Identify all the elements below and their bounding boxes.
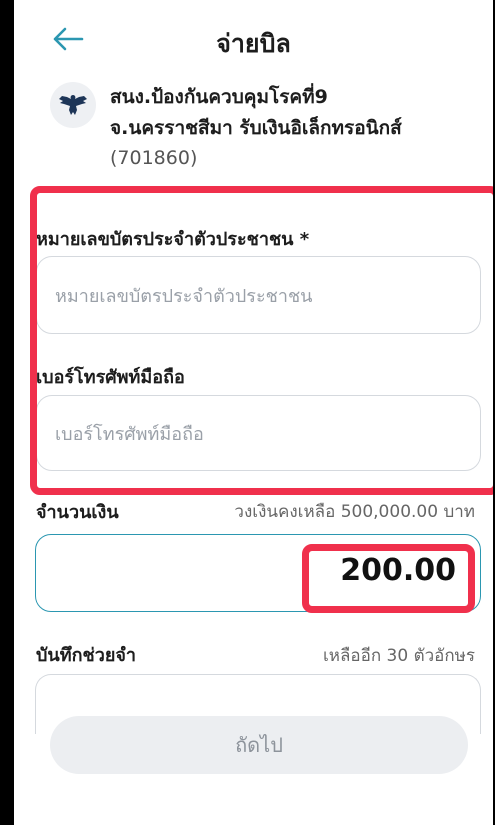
phone-label: เบอร์โทรศัพท์มือถือ (36, 367, 185, 388)
id-card-input[interactable]: หมายเลขบัตรประจำตัวประชาชน (36, 256, 481, 334)
amount-value: 200.00 (340, 553, 456, 588)
amount-input[interactable]: 200.00 (35, 534, 481, 612)
bill-payment-screen: จ่ายบิล สนง.ป้องกันควบคุมโรคที่9 จ.นครรา… (14, 0, 493, 825)
biller-name-line1: สนง.ป้องกันควบคุมโรคที่9 (110, 86, 328, 108)
biller-code: (701860) (110, 147, 198, 169)
amount-label: จำนวนเงิน (36, 502, 119, 523)
garuda-emblem-icon (50, 82, 96, 128)
remaining-limit-text: วงเงินคงเหลือ 500,000.00 บาท (234, 502, 475, 522)
header: จ่ายบิล (14, 0, 493, 78)
memo-char-counter: เหลืออีก 30 ตัวอักษร (322, 646, 475, 666)
id-card-label: หมายเลขบัตรประจำตัวประชาชน * (36, 229, 310, 250)
biller-info: สนง.ป้องกันควบคุมโรคที่9 จ.นครราชสีมา รั… (50, 82, 480, 172)
phone-input[interactable]: เบอร์โทรศัพท์มือถือ (36, 395, 481, 471)
memo-label: บันทึกช่วยจำ (36, 645, 137, 666)
biller-name-line2: จ.นครราชสีมา รับเงินอิเล็กทรอนิกส์ (110, 117, 402, 139)
page-title: จ่ายบิล (216, 29, 291, 58)
next-button[interactable]: ถัดไป (50, 716, 468, 774)
